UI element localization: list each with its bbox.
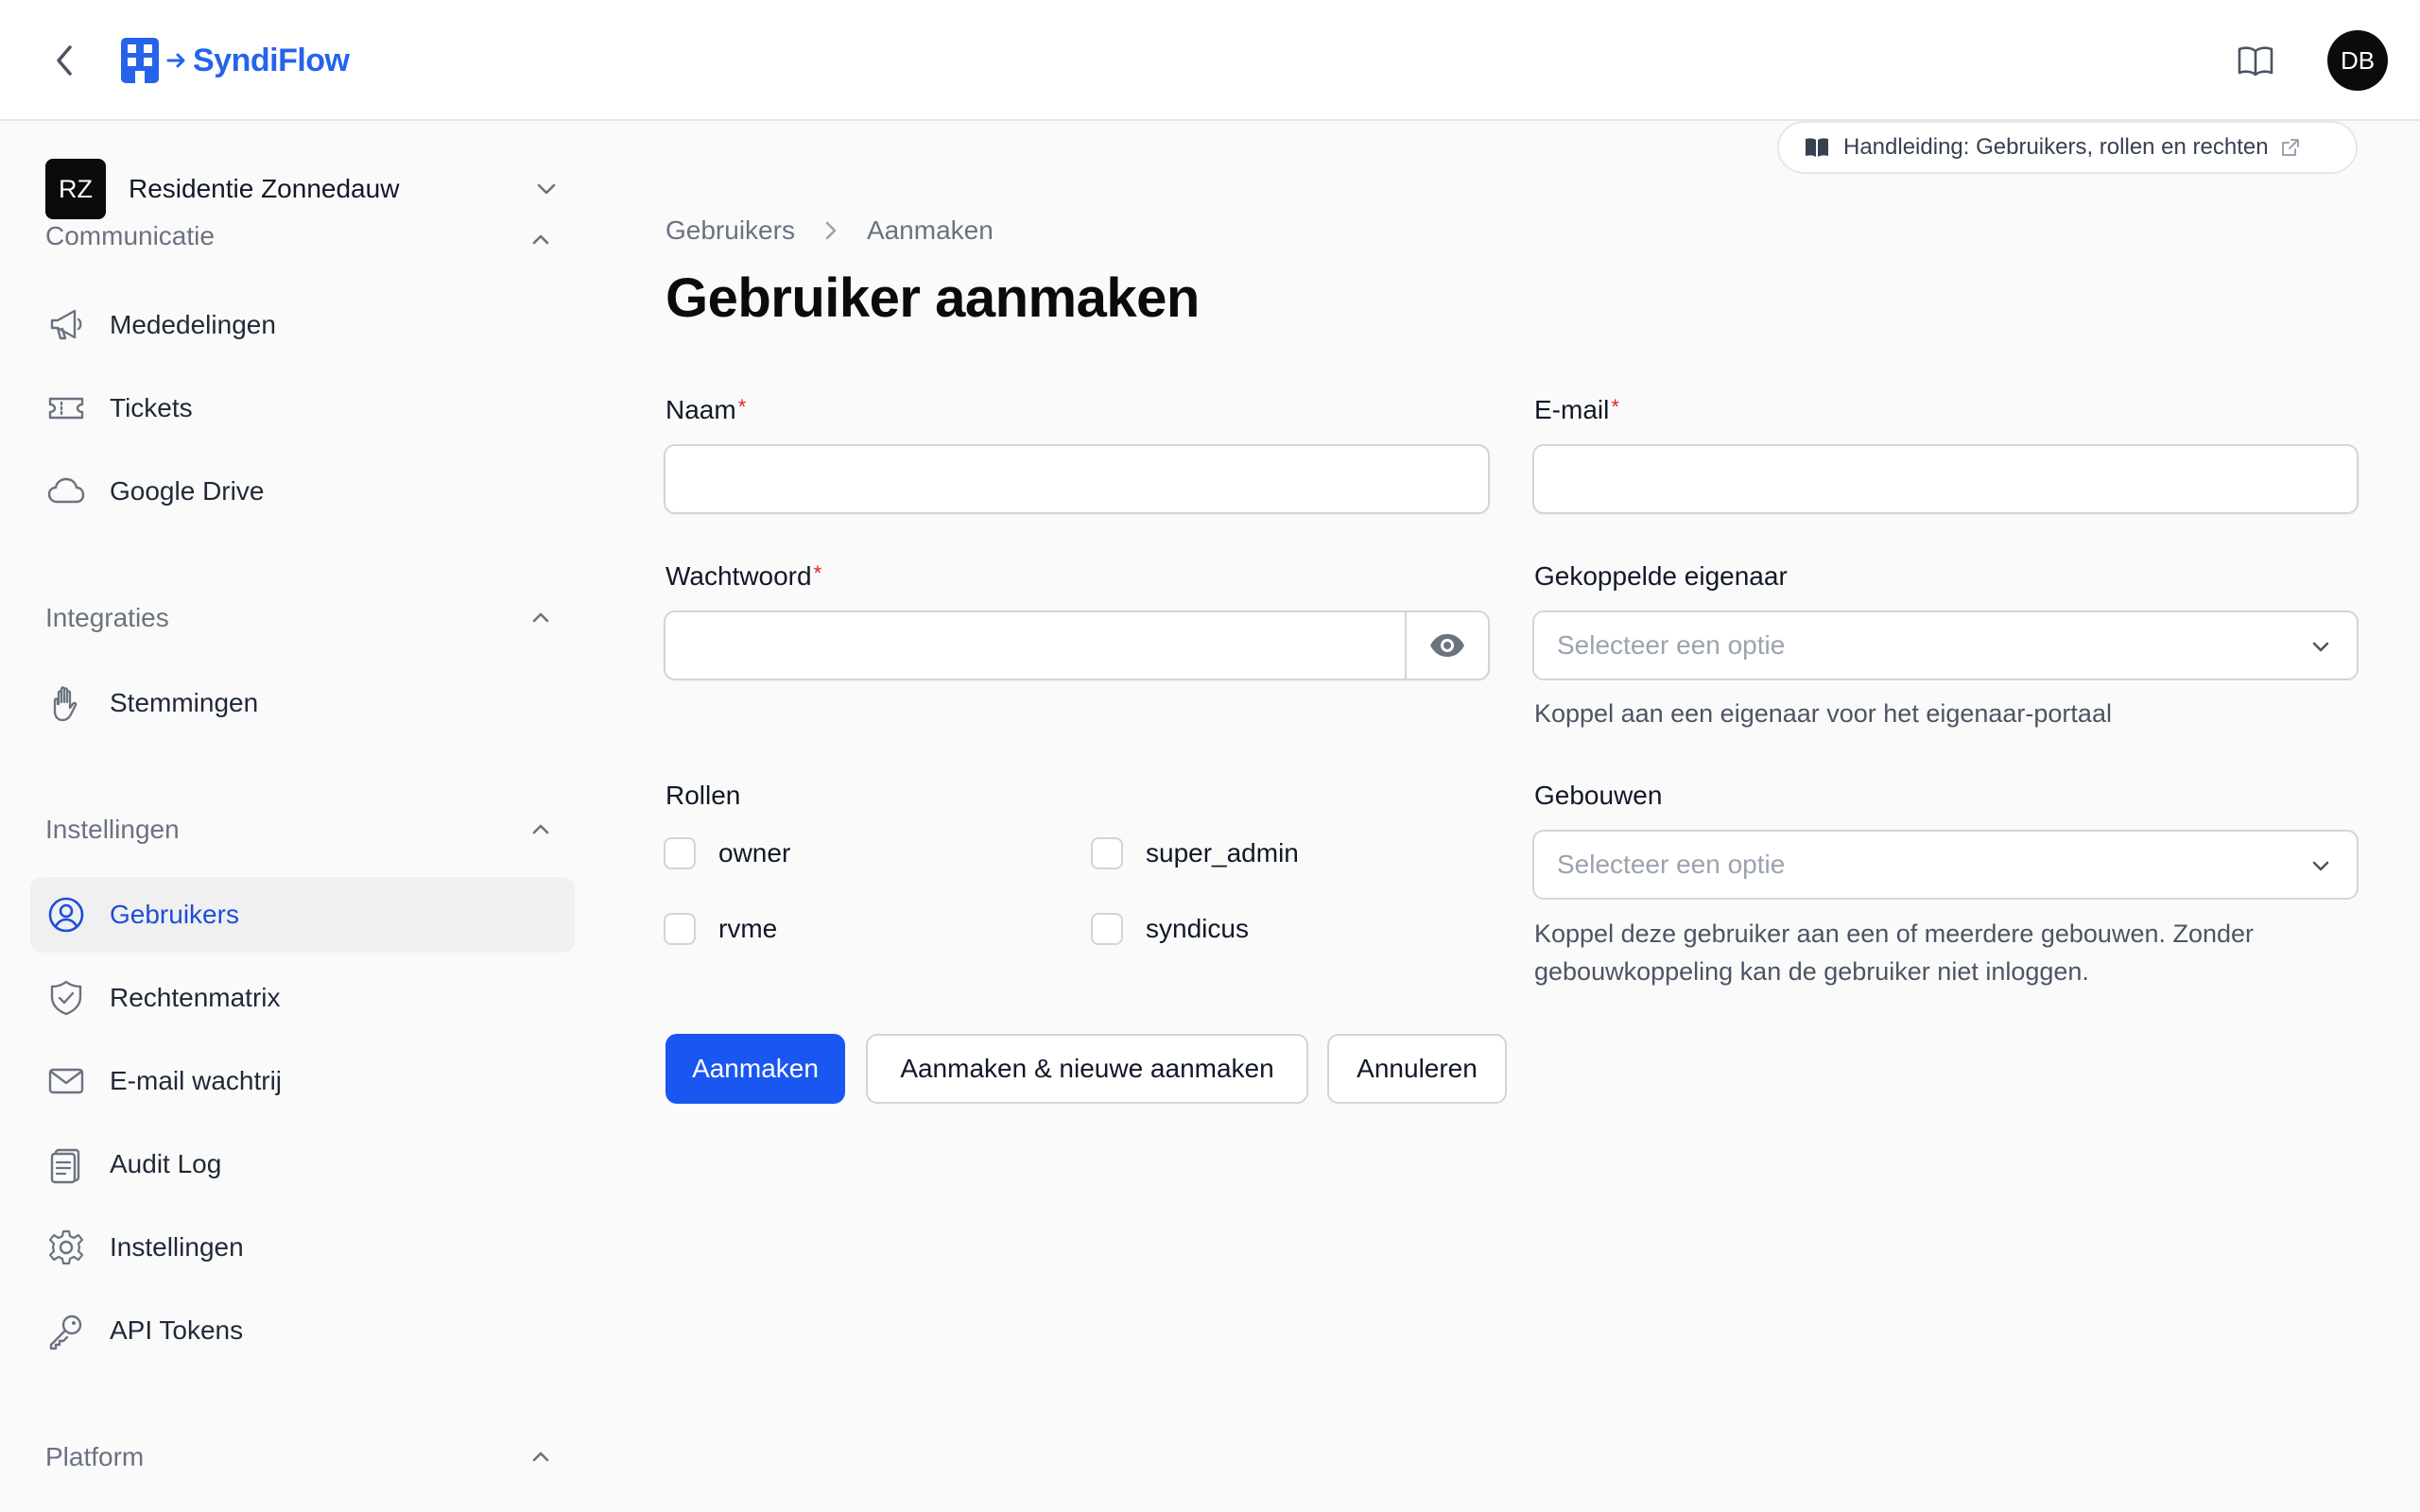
group-title-platform: Platform bbox=[45, 1442, 145, 1471]
owner-select[interactable]: Selecteer een optie bbox=[1532, 610, 2359, 680]
user-avatar[interactable]: DB bbox=[2327, 30, 2388, 91]
chevron-up-icon[interactable] bbox=[526, 1442, 556, 1472]
shield-check-icon bbox=[45, 977, 87, 1019]
sidebar-item-api-tokens[interactable]: API Tokens bbox=[30, 1293, 575, 1368]
chevron-down-icon bbox=[537, 183, 556, 195]
manual-link-label: Handleiding: Gebruikers, rollen en recht… bbox=[1843, 134, 2269, 160]
sidebar-item-stemmingen[interactable]: Stemmingen bbox=[30, 665, 575, 741]
sidebar-item-label: Stemmingen bbox=[110, 688, 259, 717]
chevron-up-icon[interactable] bbox=[526, 815, 556, 845]
role-label: rvme bbox=[718, 914, 778, 943]
buildings-label: Gebouwen bbox=[1534, 781, 1663, 810]
breadcrumb: Gebruikers Aanmaken bbox=[666, 215, 994, 246]
email-field[interactable] bbox=[1532, 444, 2359, 514]
sidebar-item-label: E-mail wachtrij bbox=[110, 1066, 283, 1095]
checkbox[interactable] bbox=[664, 913, 696, 945]
name-input[interactable] bbox=[666, 446, 1488, 512]
role-label: owner bbox=[718, 838, 791, 868]
breadcrumb-gebruikers[interactable]: Gebruikers bbox=[666, 215, 795, 246]
sidebar-item-instellingen[interactable]: Instellingen bbox=[30, 1210, 575, 1285]
breadcrumb-current: Aanmaken bbox=[866, 215, 994, 245]
gear-icon bbox=[45, 1227, 87, 1268]
chevron-right-icon bbox=[825, 221, 837, 240]
sidebar-item-label: Instellingen bbox=[110, 1232, 244, 1262]
tenant-switcher[interactable]: RZ Residentie Zonnedauw bbox=[45, 159, 560, 219]
cloud-icon bbox=[45, 471, 87, 512]
sidebar-item-audit-log[interactable]: Audit Log bbox=[30, 1126, 575, 1202]
book-open-icon bbox=[2238, 46, 2273, 77]
external-link-icon bbox=[2281, 139, 2299, 156]
owner-help-text: Koppel aan een eigenaar voor het eigenaa… bbox=[1534, 699, 2112, 728]
create-another-button[interactable]: Aanmaken & nieuwe aanmaken bbox=[866, 1034, 1308, 1104]
chevron-down-icon bbox=[2312, 861, 2329, 871]
sidebar-item-label: Mededelingen bbox=[110, 310, 276, 339]
checkbox[interactable] bbox=[1091, 837, 1123, 869]
building-logo-icon bbox=[121, 38, 159, 83]
app-name: SyndiFlow bbox=[193, 42, 350, 78]
sidebar-item-rechtenmatrix[interactable]: Rechtenmatrix bbox=[30, 960, 575, 1036]
checkbox[interactable] bbox=[1091, 913, 1123, 945]
user-circle-icon bbox=[45, 894, 87, 936]
sidebar-item-email-wachtrij[interactable]: E-mail wachtrij bbox=[30, 1043, 575, 1119]
sidebar-item-google-drive[interactable]: Google Drive bbox=[30, 454, 575, 529]
clipboard-icon bbox=[45, 1143, 87, 1185]
owner-label: Gekoppelde eigenaar bbox=[1534, 561, 1788, 591]
sidebar-item-label: API Tokens bbox=[110, 1315, 244, 1345]
arrow-right-icon bbox=[166, 53, 185, 68]
cancel-button[interactable]: Annuleren bbox=[1327, 1034, 1507, 1104]
manual-link[interactable]: Handleiding: Gebruikers, rollen en recht… bbox=[1777, 121, 2358, 174]
sidebar-item-label: Gebruikers bbox=[110, 900, 239, 929]
sidebar-item-label: Google Drive bbox=[110, 476, 265, 506]
page-title: Gebruiker aanmaken bbox=[666, 267, 1200, 329]
sidebar-item-label: Tickets bbox=[110, 393, 193, 422]
role-super-admin[interactable]: super_admin bbox=[1091, 837, 1299, 869]
hand-icon bbox=[45, 682, 87, 724]
group-title-integraties: Integraties bbox=[45, 603, 169, 632]
role-label: syndicus bbox=[1146, 914, 1249, 943]
roles-label: Rollen bbox=[666, 781, 741, 810]
book-icon bbox=[1806, 138, 1828, 157]
buildings-select-placeholder: Selecteer een optie bbox=[1557, 850, 1786, 879]
password-field[interactable] bbox=[664, 610, 1490, 680]
owner-select-placeholder: Selecteer een optie bbox=[1557, 630, 1786, 660]
tenant-name: Residentie Zonnedauw bbox=[129, 174, 400, 203]
app-logo[interactable]: SyndiFlow bbox=[121, 38, 350, 83]
chevron-up-icon[interactable] bbox=[526, 603, 556, 633]
ticket-icon bbox=[45, 387, 87, 429]
toggle-password-visibility[interactable] bbox=[1405, 612, 1488, 679]
chevron-up-icon[interactable] bbox=[526, 225, 556, 255]
name-field[interactable] bbox=[664, 444, 1490, 514]
chevron-left-icon bbox=[57, 45, 72, 76]
role-rvme[interactable]: rvme bbox=[664, 913, 777, 945]
back-button[interactable] bbox=[45, 38, 83, 83]
group-title-instellingen: Instellingen bbox=[45, 815, 180, 844]
megaphone-icon bbox=[45, 304, 87, 346]
password-input[interactable] bbox=[666, 612, 1403, 679]
sidebar-item-mededelingen[interactable]: Mededelingen bbox=[30, 287, 575, 363]
documentation-button[interactable] bbox=[2235, 40, 2276, 81]
buildings-help-text: Koppel deze gebruiker aan een of meerder… bbox=[1534, 919, 2255, 986]
group-title-communicatie: Communicatie bbox=[45, 221, 215, 250]
email-input[interactable] bbox=[1534, 446, 2357, 512]
sidebar: RZ Residentie Zonnedauw Communicatie Med… bbox=[0, 123, 605, 1512]
role-label: super_admin bbox=[1146, 838, 1299, 868]
sidebar-item-label: Audit Log bbox=[110, 1149, 222, 1178]
sidebar-item-label: Rechtenmatrix bbox=[110, 983, 281, 1012]
chevron-down-icon bbox=[2312, 642, 2329, 652]
role-owner[interactable]: owner bbox=[664, 837, 790, 869]
checkbox[interactable] bbox=[664, 837, 696, 869]
tenant-badge: RZ bbox=[45, 159, 106, 219]
role-syndicus[interactable]: syndicus bbox=[1091, 913, 1249, 945]
password-label: Wachtwoord* bbox=[666, 561, 822, 591]
sidebar-item-gebruikers[interactable]: Gebruikers bbox=[30, 877, 575, 953]
create-button[interactable]: Aanmaken bbox=[666, 1034, 845, 1104]
buildings-select[interactable]: Selecteer een optie bbox=[1532, 830, 2359, 900]
name-label: Naam* bbox=[666, 395, 747, 424]
sidebar-item-tickets[interactable]: Tickets bbox=[30, 370, 575, 446]
top-bar: SyndiFlow DB bbox=[0, 0, 2420, 121]
email-label: E-mail* bbox=[1534, 395, 1619, 424]
envelope-icon bbox=[45, 1060, 87, 1102]
eye-icon bbox=[1430, 634, 1464, 657]
key-icon bbox=[45, 1310, 87, 1351]
